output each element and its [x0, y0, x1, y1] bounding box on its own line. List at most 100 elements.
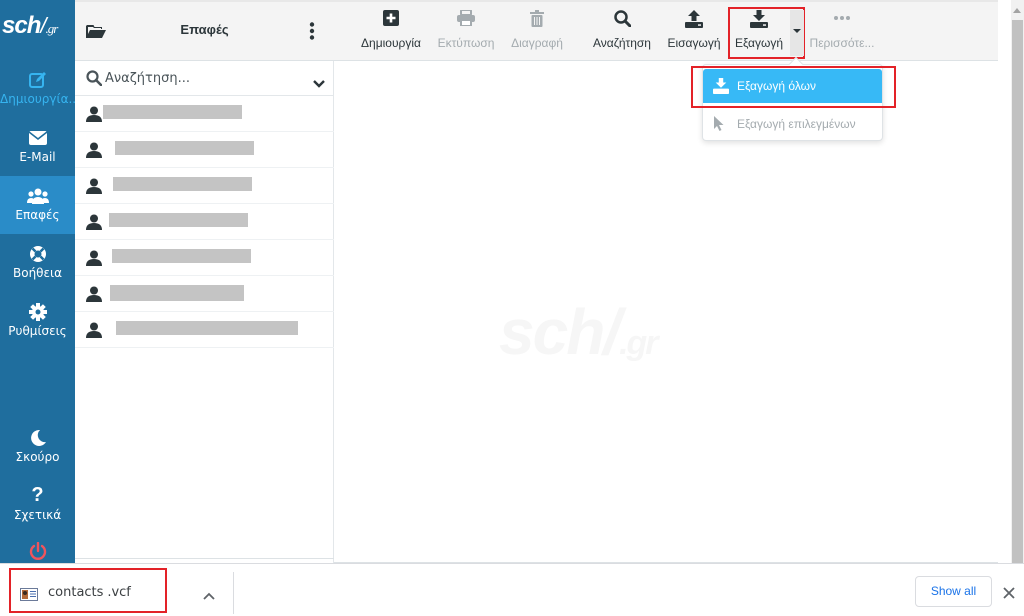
- import-label: Εισαγωγή: [667, 36, 721, 50]
- delete-label: Διαγραφή: [511, 36, 563, 50]
- main-content: Δημιουργία Εκτύπωση Διαγραφή Αναζήτηση Ε…: [334, 0, 998, 563]
- contacts-search: [75, 61, 334, 96]
- search-icon: [589, 10, 655, 30]
- import-button[interactable]: Εισαγωγή: [664, 10, 724, 56]
- vertical-dots-menu-icon[interactable]: [309, 22, 315, 44]
- brand-logo[interactable]: sch/.gr: [0, 12, 75, 48]
- download-bar: contacts .vcf Show all: [0, 563, 1024, 616]
- download-item[interactable]: contacts .vcf: [9, 568, 167, 613]
- vcard-file-icon: [20, 586, 38, 605]
- sidebar-item-label: Σκούρο: [15, 450, 60, 464]
- sidebar-item-email[interactable]: E-Mail: [0, 118, 75, 176]
- contact-list-item[interactable]: [75, 168, 334, 204]
- person-icon: [86, 106, 102, 126]
- contact-name-redacted: [115, 141, 254, 155]
- watermark-slash: /: [603, 296, 621, 368]
- sidebar-item-contacts[interactable]: Επαφές: [0, 176, 75, 234]
- download-file-name: contacts .vcf: [48, 585, 131, 600]
- download-icon: [731, 10, 787, 30]
- watermark-logo: sch/.gr: [499, 295, 659, 369]
- scrollbar-thumb[interactable]: [1012, 20, 1023, 563]
- contacts-header: Επαφές: [75, 0, 334, 61]
- person-icon: [86, 322, 102, 342]
- export-button[interactable]: Εξαγωγή: [731, 10, 787, 56]
- create-button[interactable]: Δημιουργία: [358, 10, 424, 56]
- person-icon: [86, 214, 102, 234]
- sidebar-item-compose[interactable]: Δημιουργία...: [0, 60, 75, 118]
- sidebar-item-label: E-Mail: [19, 150, 56, 164]
- close-icon[interactable]: [1003, 584, 1015, 603]
- sidebar-item-label: Βοήθεια: [13, 266, 62, 280]
- contacts-title: Επαφές: [180, 22, 229, 37]
- search-icon: [86, 70, 103, 90]
- person-icon: [86, 286, 102, 306]
- export-all-highlight-box: [691, 66, 896, 108]
- contacts-search-input[interactable]: [105, 68, 305, 88]
- users-icon: [0, 184, 75, 206]
- gear-icon: [0, 300, 75, 322]
- plus-square-icon: [358, 10, 424, 30]
- app-window: sch/.gr Δημιουργία... E-Mail Επαφές Βοήθ…: [0, 0, 1024, 563]
- sidebar-item-settings[interactable]: Ρυθμίσεις: [0, 292, 75, 350]
- sidebar-item-label: Επαφές: [15, 208, 60, 222]
- cursor-icon: [713, 116, 725, 135]
- envelope-icon: [0, 126, 75, 148]
- contact-name-redacted: [116, 321, 298, 335]
- sidebar: sch/.gr Δημιουργία... E-Mail Επαφές Βοήθ…: [0, 0, 75, 563]
- sidebar-item-label: Σχετικά: [13, 508, 62, 522]
- contacts-panel: Επαφές: [75, 0, 334, 563]
- create-label: Δημιουργία: [361, 36, 421, 50]
- contact-list-item[interactable]: [75, 240, 334, 276]
- upload-icon: [664, 10, 724, 30]
- sidebar-item-about[interactable]: ? Σχετικά: [0, 476, 75, 534]
- chevron-up-icon[interactable]: [203, 585, 215, 604]
- export-dropdown-toggle[interactable]: [790, 10, 804, 56]
- contact-list-item[interactable]: [75, 132, 334, 168]
- moon-icon: [0, 426, 75, 448]
- ellipsis-icon: [806, 10, 878, 30]
- sidebar-item-help[interactable]: Βοήθεια: [0, 234, 75, 292]
- person-icon: [86, 178, 102, 198]
- contact-list-item[interactable]: [75, 204, 334, 240]
- power-icon: [0, 539, 75, 561]
- export-selected-label: Εξαγωγή επιλεγμένων: [737, 117, 856, 131]
- logo-suffix: .gr: [45, 21, 58, 36]
- logo-text: sch: [2, 12, 41, 39]
- contacts-footer-divider: [75, 558, 334, 559]
- delete-button[interactable]: Διαγραφή: [506, 10, 568, 56]
- search-label: Αναζήτηση: [593, 36, 651, 50]
- contact-list-item[interactable]: [75, 96, 334, 132]
- contact-name-redacted: [112, 249, 251, 263]
- page-scrollbar[interactable]: [1011, 0, 1024, 563]
- question-icon: ?: [31, 484, 44, 506]
- print-label: Εκτύπωση: [437, 36, 495, 50]
- contact-name-redacted: [110, 285, 244, 301]
- more-label: Περισσότε...: [809, 36, 875, 50]
- sidebar-item-logout[interactable]: [0, 534, 75, 563]
- sidebar-item-label: Ρυθμίσεις: [8, 324, 67, 338]
- search-button[interactable]: Αναζήτηση: [589, 10, 655, 56]
- sidebar-item-dark-mode[interactable]: Σκούρο: [0, 418, 75, 476]
- contact-list-item[interactable]: [75, 276, 334, 312]
- download-bar-divider: [233, 572, 234, 614]
- show-all-button[interactable]: Show all: [915, 576, 992, 607]
- more-button[interactable]: Περισσότε...: [806, 10, 878, 56]
- person-icon: [86, 142, 102, 162]
- chevron-down-icon[interactable]: [313, 73, 325, 92]
- lifebuoy-icon: [0, 242, 75, 264]
- contact-name-redacted: [109, 213, 248, 227]
- scroll-up-arrow-icon[interactable]: [1013, 8, 1021, 13]
- contact-name-redacted: [113, 177, 252, 191]
- export-selected-menu-item[interactable]: Εξαγωγή επιλεγμένων: [703, 107, 882, 141]
- print-button[interactable]: Εκτύπωση: [435, 9, 497, 56]
- watermark-suffix: .gr: [619, 324, 658, 362]
- sidebar-item-label: Δημιουργία...: [0, 92, 75, 106]
- export-label: Εξαγωγή: [734, 36, 784, 50]
- contact-name-redacted: [103, 105, 242, 119]
- compose-icon: [0, 68, 75, 90]
- trash-icon: [506, 10, 568, 30]
- contact-list-item[interactable]: [75, 312, 334, 348]
- printer-icon: [435, 9, 497, 30]
- toolbar: Δημιουργία Εκτύπωση Διαγραφή Αναζήτηση Ε…: [334, 0, 998, 61]
- person-icon: [86, 250, 102, 270]
